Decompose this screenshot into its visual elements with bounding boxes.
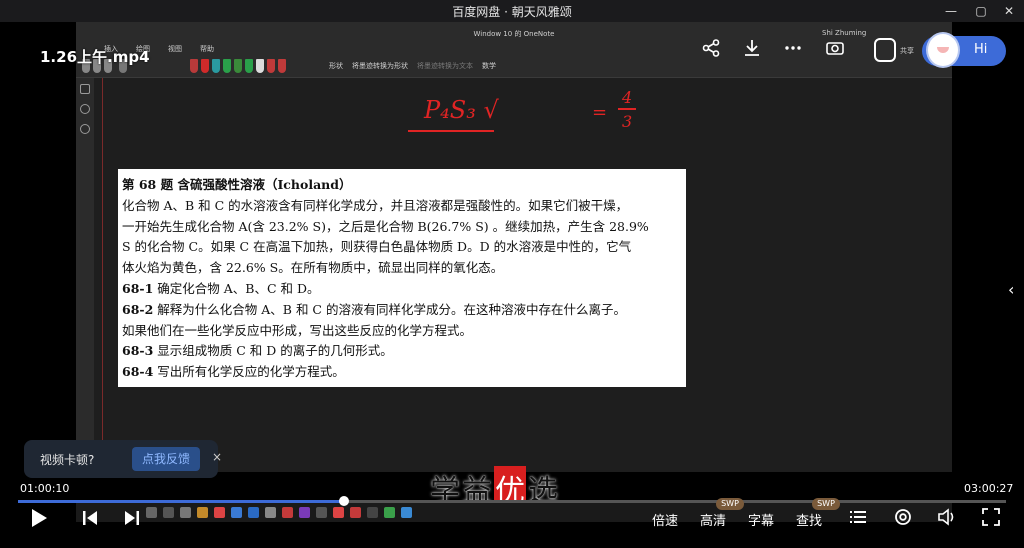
previous-icon[interactable] xyxy=(80,506,100,534)
assistant-label: Hi xyxy=(974,42,988,57)
windows-start-icon xyxy=(146,506,157,518)
history-icon xyxy=(80,124,90,134)
app-icon xyxy=(282,506,293,518)
video-frame[interactable]: Window 10 的 OneNote Shi Zhuming 插入 绘图 视图… xyxy=(76,22,952,472)
toolbar-label: 形状 xyxy=(329,62,343,70)
progress-bar[interactable] xyxy=(18,496,1006,506)
quality-badge: SWP xyxy=(716,498,744,510)
search-icon xyxy=(163,506,174,518)
vscode-icon xyxy=(248,506,259,518)
question-item-text: 如果他们在一些化学反应中形成，写出这些反应的化学方程式。 xyxy=(122,322,473,338)
settings-icon[interactable] xyxy=(892,506,914,532)
question-body-line: S 的化合物 C。如果 C 在高温下加热，则获得白色晶体物质 D。D 的水溶液是… xyxy=(122,239,632,255)
question-item-number: 68-4 xyxy=(122,364,154,380)
question-body-line: 一开始先生成化合物 A(含 23.2% S)，之后是化合物 B(26.7% S)… xyxy=(122,218,649,234)
share-icon[interactable] xyxy=(698,38,724,64)
progress-handle[interactable] xyxy=(339,496,350,506)
speed-button[interactable]: 倍速 xyxy=(652,510,678,529)
folder-icon xyxy=(197,506,208,518)
onenote-tab: 帮助 xyxy=(200,45,214,53)
onenote-icon xyxy=(299,506,310,518)
progress-fill xyxy=(18,500,345,503)
play-icon[interactable] xyxy=(28,506,50,534)
onenote-ribbon: Window 10 的 OneNote Shi Zhuming 插入 绘图 视图… xyxy=(76,22,952,78)
question-card: 第 68 题 含硫强酸性溶液（Icholand） 化合物 A、B 和 C 的水溶… xyxy=(118,169,686,387)
question-body-line: 体火焰为黄色，含 22.6% S。在所有物质中，硫显出同样的氧化态。 xyxy=(122,260,504,276)
page-margin-line xyxy=(102,78,103,472)
search-button[interactable]: 查找 xyxy=(796,510,822,529)
feedback-toast: 视频卡顿? 点我反馈 × xyxy=(24,440,222,478)
toolbar-label: 将墨迹转换为文本 xyxy=(417,62,473,70)
onenote-window-title: Window 10 的 OneNote xyxy=(473,30,555,38)
current-time: 01:00:10 xyxy=(20,482,70,495)
handwritten-equals: = xyxy=(592,102,608,123)
pen-icon xyxy=(245,59,253,73)
pen-icon xyxy=(267,59,275,73)
next-icon[interactable] xyxy=(122,506,142,534)
question-body-line: 化合物 A、B 和 C 的水溶液含有同样化学成分，并且溶液都是强酸性的。如果它们… xyxy=(122,197,629,213)
question-item-text: 写出所有化学反应的化学方程式。 xyxy=(157,364,345,380)
search-badge: SWP xyxy=(812,498,840,510)
pen-icon xyxy=(234,59,242,73)
pen-icon xyxy=(201,59,209,73)
download-icon[interactable] xyxy=(739,38,765,64)
assistant-avatar xyxy=(926,32,960,68)
question-item-number: 68-3 xyxy=(122,343,154,359)
handwritten-underline xyxy=(408,130,494,132)
window-title-bar: 百度网盘 · 朝天风雅颂 — ▢ ✕ xyxy=(0,0,1024,22)
app-icon xyxy=(316,506,327,518)
minimize-icon[interactable]: — xyxy=(940,2,962,20)
handwritten-denominator: 3 xyxy=(622,112,633,131)
app-icon xyxy=(265,506,276,518)
pen-icon xyxy=(190,59,198,73)
toast-message: 视频卡顿? xyxy=(40,453,95,467)
window-title: 百度网盘 · 朝天风雅颂 xyxy=(452,5,572,19)
handwritten-numerator: 4 xyxy=(622,88,633,107)
app-icon xyxy=(333,506,344,518)
pen-icon xyxy=(256,59,264,73)
question-item-text: 确定化合物 A、B、C 和 D。 xyxy=(157,280,320,296)
assistant-button[interactable]: Hi xyxy=(922,32,1006,68)
app-icon xyxy=(350,506,361,518)
subtitle-button[interactable]: 字幕 xyxy=(748,510,774,529)
notebooks-icon xyxy=(80,84,90,94)
app-icon xyxy=(384,506,395,518)
playlist-icon[interactable] xyxy=(848,506,868,532)
screenshot-icon[interactable] xyxy=(822,38,848,64)
app-icon xyxy=(401,506,412,518)
toolbar-label: 将墨迹转换为形状 xyxy=(352,62,408,70)
pen-icon xyxy=(212,59,220,73)
fullscreen-icon[interactable] xyxy=(980,506,1002,532)
onenote-share-label: 共享 xyxy=(900,47,914,55)
volume-icon[interactable] xyxy=(936,506,958,532)
onenote-sidebar xyxy=(76,78,94,472)
question-item-number: 68-2 xyxy=(122,301,154,317)
close-icon[interactable]: × xyxy=(212,450,222,464)
question-title: 第 68 题 含硫强酸性溶液（Icholand） xyxy=(122,177,352,192)
total-time: 03:00:27 xyxy=(964,482,1014,495)
close-icon[interactable]: ✕ xyxy=(998,2,1020,20)
question-item-text: 显示组成物质 C 和 D 的离子的几何形式。 xyxy=(157,343,393,359)
onenote-tab: 视图 xyxy=(168,45,182,53)
onenote-user: Shi Zhuming xyxy=(822,29,867,37)
browser-icon xyxy=(214,506,225,518)
search-icon xyxy=(80,104,90,114)
restore-icon[interactable]: ▢ xyxy=(970,2,992,20)
pen-icon xyxy=(278,59,286,73)
quality-button[interactable]: 高清 xyxy=(700,510,726,529)
video-title: 1.26上午.mp4 xyxy=(40,48,150,66)
fraction-bar xyxy=(618,108,636,110)
feedback-button[interactable]: 点我反馈 xyxy=(132,447,200,471)
app-icon xyxy=(231,506,242,518)
question-item-number: 68-1 xyxy=(122,280,154,296)
chevron-left-icon[interactable]: ‹ xyxy=(1008,280,1014,299)
lock-icon[interactable] xyxy=(874,38,896,62)
pen-icon xyxy=(223,59,231,73)
task-view-icon xyxy=(180,506,191,518)
toolbar-label: 数学 xyxy=(482,62,496,70)
handwritten-formula: P₄S₃ √ xyxy=(424,96,499,124)
question-item-text: 解释为什么化合物 A、B 和 C 的溶液有同样化学成分。在这种溶液中存在什么离子… xyxy=(157,301,626,317)
more-icon[interactable] xyxy=(780,38,806,64)
app-icon xyxy=(367,506,378,518)
